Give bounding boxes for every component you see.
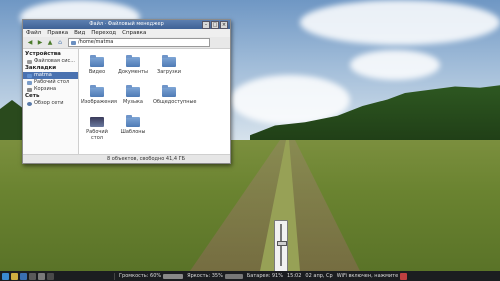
menu-view[interactable]: Вид (74, 29, 85, 37)
file-item-downloads[interactable]: Загрузки (153, 55, 185, 75)
window-button-icon[interactable] (38, 272, 45, 280)
sidebar-item-trash[interactable]: Корзина (23, 86, 78, 93)
battery-status[interactable]: Батарея: 91% (247, 271, 283, 281)
browser-launcher-icon[interactable] (20, 272, 27, 280)
home-folder-icon (27, 73, 32, 78)
maximize-button[interactable]: □ (211, 21, 219, 29)
cloud (300, 0, 500, 45)
menu-help[interactable]: Справка (122, 29, 146, 37)
taskbar: Громкость: 60% Яркость: 35% Батарея: 91%… (0, 271, 500, 281)
terminal-launcher-icon[interactable] (29, 272, 36, 280)
volume-status[interactable]: Громкость: 60% (119, 271, 161, 281)
location-path: /home/matma (78, 39, 114, 45)
folder-icon (126, 115, 140, 127)
trash-icon (27, 87, 32, 92)
minimize-button[interactable]: – (202, 21, 210, 29)
home-button[interactable]: ⌂ (56, 39, 64, 47)
file-label: Общедоступные (153, 99, 197, 105)
sidebar-item-label: Обзор сети (34, 100, 64, 106)
window-titlebar[interactable]: Файл · Файловый менеджер – □ × (23, 20, 230, 29)
brightness-bar-icon[interactable] (224, 273, 243, 279)
forward-button[interactable]: ▶ (36, 39, 44, 47)
sidebar-item-label: Корзина (34, 86, 57, 92)
volume-bar-icon[interactable] (163, 273, 184, 279)
sidebar-item-browse-network[interactable]: Обзор сети (23, 100, 78, 107)
file-label: Документы (118, 69, 148, 75)
date[interactable]: 02 апр, Ср (305, 271, 332, 281)
file-item-templates[interactable]: Шаблоны (117, 115, 149, 135)
menu-icon[interactable] (2, 272, 9, 280)
back-button[interactable]: ◀ (26, 39, 34, 47)
network-icon (27, 101, 32, 106)
folder-icon (126, 85, 140, 97)
desktop-folder-icon (90, 117, 104, 127)
file-label: Музыка (123, 99, 143, 105)
file-label: Видео (88, 69, 106, 75)
sidebar-header-devices: Устройства (25, 51, 61, 57)
window-button-icon[interactable] (47, 272, 54, 280)
sidebar-item-filesystem[interactable]: Файловая сис... (23, 58, 78, 65)
menubar: Файл Правка Вид Переход Справка (23, 29, 230, 37)
file-item-public[interactable]: Общедоступные (153, 85, 197, 105)
sidebar-item-label: Файловая сис... (34, 58, 75, 64)
file-manager-launcher-icon[interactable] (11, 272, 18, 280)
file-item-music[interactable]: Музыка (117, 85, 149, 105)
file-item-documents[interactable]: Документы (117, 55, 149, 75)
menu-go[interactable]: Переход (91, 29, 116, 37)
window-body: Устройства Файловая сис... Закладки matm… (23, 49, 230, 163)
window-title: Файл · Файловый менеджер (89, 21, 164, 27)
up-button[interactable]: ▲ (46, 39, 54, 47)
volume-knob[interactable] (277, 240, 287, 246)
file-label: Изображения (81, 99, 117, 105)
power-icon[interactable] (400, 272, 408, 280)
file-view[interactable]: Видео Документы Загрузки Изображения Муз… (79, 49, 230, 154)
folder-icon (71, 40, 76, 45)
file-label: Рабочий стол (86, 129, 108, 141)
file-item-videos[interactable]: Видео (81, 55, 113, 75)
arrow-left-icon: ◀ (27, 39, 33, 46)
file-item-desktop[interactable]: Рабочий стол (81, 117, 113, 141)
home-icon: ⌂ (58, 39, 62, 46)
volume-slider[interactable] (274, 220, 288, 272)
sidebar-header-network: Сеть (25, 93, 40, 99)
divider (114, 272, 115, 280)
sidebar-item-label: Рабочий стол (34, 79, 70, 85)
location-bar[interactable]: /home/matma (68, 38, 210, 47)
folder-icon (126, 55, 140, 67)
file-manager-window[interactable]: Файл · Файловый менеджер – □ × Файл Прав… (22, 19, 231, 164)
file-item-pictures[interactable]: Изображения (81, 85, 117, 105)
sidebar-item-desktop[interactable]: Рабочий стол (23, 79, 78, 86)
sidebar-item-label: matma (34, 72, 52, 78)
cloud (350, 50, 440, 80)
wifi-status[interactable]: WiFi включен, нажмите (337, 271, 398, 281)
menu-file[interactable]: Файл (26, 29, 41, 37)
folder-icon (90, 55, 104, 67)
drive-icon (27, 59, 32, 64)
sidebar-item-home[interactable]: matma (23, 72, 78, 79)
file-label: Шаблоны (120, 129, 146, 135)
file-label: Загрузки (157, 69, 181, 75)
arrow-right-icon: ▶ (37, 39, 43, 46)
toolbar: ◀ ▶ ▲ ⌂ /home/matma (23, 37, 230, 49)
clock[interactable]: 15:02 (287, 271, 301, 281)
folder-icon (162, 85, 176, 97)
brightness-status[interactable]: Яркость: 35% (187, 271, 223, 281)
desktop-icon (27, 80, 32, 85)
status-bar: 8 объектов, свободно 41,4 ГБ (23, 154, 230, 163)
folder-icon (162, 55, 176, 67)
sidebar-header-bookmarks: Закладки (25, 65, 57, 71)
sidebar: Устройства Файловая сис... Закладки matm… (23, 49, 79, 156)
close-button[interactable]: × (220, 21, 228, 29)
menu-edit[interactable]: Правка (47, 29, 68, 37)
arrow-up-icon: ▲ (47, 39, 53, 46)
folder-icon (90, 85, 104, 97)
